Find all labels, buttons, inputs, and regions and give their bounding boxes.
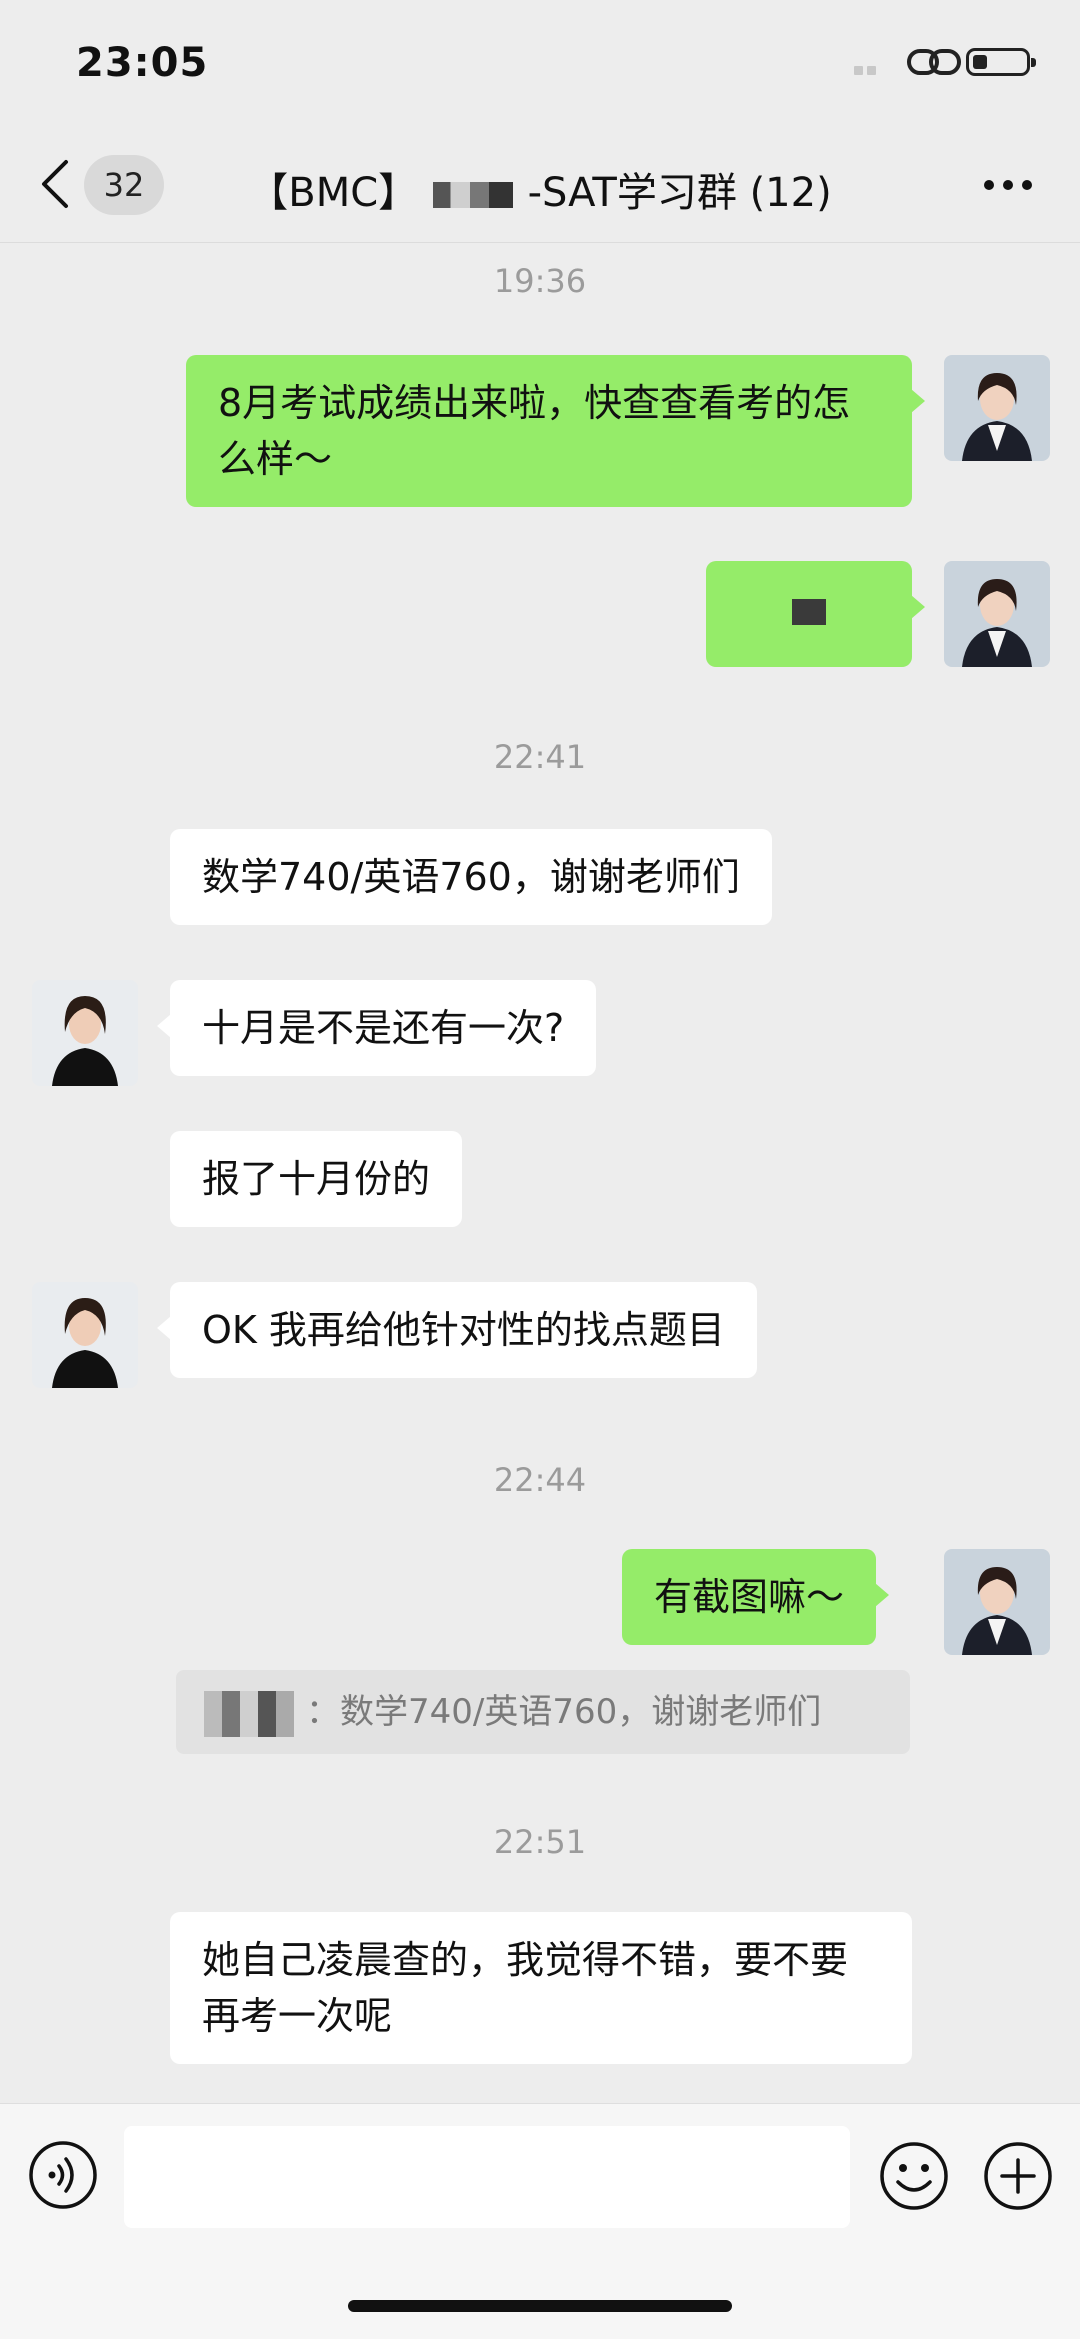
message-bubble-received[interactable]: 她自己凌晨查的，我觉得不错，要不要再考一次呢 bbox=[170, 1912, 912, 2064]
plus-icon[interactable] bbox=[982, 2140, 1054, 2212]
message-bubble-received[interactable]: 十月是不是还有一次? bbox=[156, 980, 597, 1076]
status-time: 23:05 bbox=[76, 40, 209, 86]
message-bubble-received[interactable]: 报了十月份的 bbox=[170, 1131, 463, 1227]
avatar-teacher[interactable] bbox=[944, 1549, 1050, 1655]
chat-title-prefix: 【BMC】 bbox=[248, 170, 419, 216]
avatar-photo bbox=[32, 1282, 138, 1388]
message-list[interactable]: 19:36 8月考试成绩出来啦，快查查看考的怎么样～ 22:41 数学740/英… bbox=[0, 243, 1080, 2103]
quoted-message[interactable]: ：数学740/英语760，谢谢老师们 bbox=[176, 1670, 910, 1754]
timestamp: 19:36 bbox=[493, 262, 587, 300]
timestamp: 22:41 bbox=[493, 738, 587, 776]
avatar-photo bbox=[944, 1549, 1050, 1655]
message-bubble-sent[interactable]: 有截图嘛～ bbox=[622, 1549, 890, 1645]
message-bubble-sent-redacted[interactable] bbox=[706, 561, 925, 667]
quoted-text: ：数学740/英语760，谢谢老师们 bbox=[306, 1692, 822, 1732]
emoji-icon[interactable] bbox=[878, 2140, 950, 2212]
battery-icon bbox=[966, 48, 1036, 76]
timestamp: 22:51 bbox=[493, 1823, 587, 1861]
message-bubble-received[interactable]: 数学740/英语760，谢谢老师们 bbox=[170, 829, 772, 925]
redacted-name bbox=[432, 182, 513, 208]
avatar-teacher[interactable] bbox=[944, 355, 1050, 461]
avatar-teacher[interactable] bbox=[944, 561, 1050, 667]
voice-icon[interactable] bbox=[28, 2140, 98, 2210]
message-bubble-received[interactable]: OK 我再给他针对性的找点题目 bbox=[157, 1282, 757, 1378]
chat-header: 32 【BMC】 -SAT学习群 (12) bbox=[0, 130, 1080, 243]
home-indicator[interactable] bbox=[348, 2300, 732, 2312]
avatar-parent[interactable] bbox=[32, 980, 138, 1086]
more-icon[interactable] bbox=[982, 178, 1034, 192]
chat-title: 【BMC】 -SAT学习群 (12) bbox=[0, 160, 1080, 218]
avatar-parent[interactable] bbox=[32, 1282, 138, 1388]
message-bubble-sent[interactable]: 8月考试成绩出来啦，快查查看考的怎么样～ bbox=[186, 355, 925, 507]
redacted-quote-name bbox=[204, 1690, 294, 1737]
message-input[interactable] bbox=[124, 2126, 850, 2228]
avatar-photo bbox=[944, 561, 1050, 667]
signal-icon bbox=[854, 60, 880, 79]
status-bar: 23:05 bbox=[0, 0, 1080, 130]
chat-title-suffix: -SAT学习群 (12) bbox=[527, 170, 832, 216]
avatar-photo bbox=[944, 355, 1050, 461]
avatar-photo bbox=[32, 980, 138, 1086]
timestamp: 22:44 bbox=[493, 1461, 587, 1499]
redacted-content bbox=[792, 598, 826, 625]
hotspot-link-icon bbox=[907, 49, 961, 75]
